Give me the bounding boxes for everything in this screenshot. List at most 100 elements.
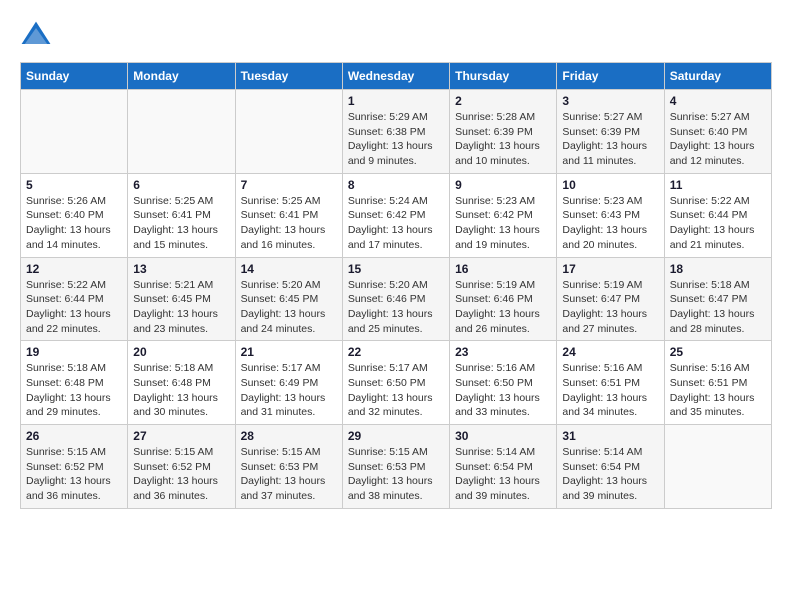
weekday-header-cell: Sunday	[21, 63, 128, 90]
calendar-day-cell: 31Sunrise: 5:14 AM Sunset: 6:54 PM Dayli…	[557, 425, 664, 509]
calendar-day-cell: 13 Sunrise: 5:21 AM Sunset: 6:45 PM Dayli…	[128, 257, 235, 341]
day-detail: Sunrise: 5:19 AM Sunset: 6:47 PM Dayligh…	[562, 278, 658, 337]
day-number: 16	[455, 262, 551, 276]
calendar-day-cell	[664, 425, 771, 509]
weekday-header-cell: Wednesday	[342, 63, 449, 90]
day-detail: Sunrise: 5:23 AM Sunset: 6:43 PM Dayligh…	[562, 194, 658, 253]
day-number: 18	[670, 262, 766, 276]
calendar-day-cell: 29 Sunrise: 5:15 AM Sunset: 6:53 PM Dayli…	[342, 425, 449, 509]
calendar-day-cell: 5 Sunrise: 5:26 AM Sunset: 6:40 PM Daylig…	[21, 173, 128, 257]
day-number: 10	[562, 178, 658, 192]
day-detail: Sunrise: 5:21 AM Sunset: 6:45 PM Dayligh…	[133, 278, 229, 337]
day-number: 8	[348, 178, 444, 192]
day-number: 29	[348, 429, 444, 443]
calendar-day-cell: 18 Sunrise: 5:18 AM Sunset: 6:47 PM Dayli…	[664, 257, 771, 341]
day-detail: Sunrise: 5:15 AM Sunset: 6:53 PM Dayligh…	[348, 445, 444, 504]
calendar-day-cell	[21, 90, 128, 174]
day-number: 7	[241, 178, 337, 192]
day-detail: Sunrise: 5:26 AM Sunset: 6:40 PM Dayligh…	[26, 194, 122, 253]
day-number: 17	[562, 262, 658, 276]
weekday-header-cell: Tuesday	[235, 63, 342, 90]
day-detail: Sunrise: 5:18 AM Sunset: 6:47 PM Dayligh…	[670, 278, 766, 337]
day-detail: Sunrise: 5:18 AM Sunset: 6:48 PM Dayligh…	[133, 361, 229, 420]
day-number: 15	[348, 262, 444, 276]
calendar-day-cell: 4 Sunrise: 5:27 AM Sunset: 6:40 PM Daylig…	[664, 90, 771, 174]
calendar-day-cell: 27Sunrise: 5:15 AM Sunset: 6:52 PM Dayli…	[128, 425, 235, 509]
day-number: 28	[241, 429, 337, 443]
weekday-header-cell: Thursday	[450, 63, 557, 90]
day-detail: Sunrise: 5:20 AM Sunset: 6:46 PM Dayligh…	[348, 278, 444, 337]
calendar-day-cell: 7 Sunrise: 5:25 AM Sunset: 6:41 PM Daylig…	[235, 173, 342, 257]
day-detail: Sunrise: 5:25 AM Sunset: 6:41 PM Dayligh…	[133, 194, 229, 253]
day-detail: Sunrise: 5:16 AM Sunset: 6:51 PM Dayligh…	[670, 361, 766, 420]
weekday-header-row: SundayMondayTuesdayWednesdayThursdayFrid…	[21, 63, 772, 90]
calendar-week-row: 26 Sunrise: 5:15 AM Sunset: 6:52 PM Dayli…	[21, 425, 772, 509]
day-number: 9	[455, 178, 551, 192]
calendar-day-cell: 11Sunrise: 5:22 AM Sunset: 6:44 PM Dayli…	[664, 173, 771, 257]
day-number: 2	[455, 94, 551, 108]
day-detail: Sunrise: 5:25 AM Sunset: 6:41 PM Dayligh…	[241, 194, 337, 253]
day-detail: Sunrise: 5:23 AM Sunset: 6:42 PM Dayligh…	[455, 194, 551, 253]
calendar-day-cell: 22 Sunrise: 5:17 AM Sunset: 6:50 PM Dayli…	[342, 341, 449, 425]
calendar-day-cell: 20Sunrise: 5:18 AM Sunset: 6:48 PM Dayli…	[128, 341, 235, 425]
calendar-day-cell: 23 Sunrise: 5:16 AM Sunset: 6:50 PM Dayli…	[450, 341, 557, 425]
day-number: 21	[241, 345, 337, 359]
day-detail: Sunrise: 5:28 AM Sunset: 6:39 PM Dayligh…	[455, 110, 551, 169]
day-number: 22	[348, 345, 444, 359]
calendar-day-cell: 17 Sunrise: 5:19 AM Sunset: 6:47 PM Dayli…	[557, 257, 664, 341]
calendar-day-cell: 26 Sunrise: 5:15 AM Sunset: 6:52 PM Dayli…	[21, 425, 128, 509]
day-number: 13	[133, 262, 229, 276]
calendar-day-cell: 16 Sunrise: 5:19 AM Sunset: 6:46 PM Dayli…	[450, 257, 557, 341]
day-number: 23	[455, 345, 551, 359]
day-number: 26	[26, 429, 122, 443]
day-number: 1	[348, 94, 444, 108]
day-detail: Sunrise: 5:15 AM Sunset: 6:53 PM Dayligh…	[241, 445, 337, 504]
day-detail: Sunrise: 5:27 AM Sunset: 6:40 PM Dayligh…	[670, 110, 766, 169]
calendar-day-cell: 14 Sunrise: 5:20 AM Sunset: 6:45 PM Dayli…	[235, 257, 342, 341]
day-detail: Sunrise: 5:29 AM Sunset: 6:38 PM Dayligh…	[348, 110, 444, 169]
weekday-header-cell: Saturday	[664, 63, 771, 90]
day-number: 24	[562, 345, 658, 359]
calendar-day-cell: 28 Sunrise: 5:15 AM Sunset: 6:53 PM Dayli…	[235, 425, 342, 509]
calendar-body: 1 Sunrise: 5:29 AM Sunset: 6:38 PM Daylig…	[21, 90, 772, 509]
calendar-day-cell: 21 Sunrise: 5:17 AM Sunset: 6:49 PM Dayli…	[235, 341, 342, 425]
day-number: 6	[133, 178, 229, 192]
calendar-day-cell: 15 Sunrise: 5:20 AM Sunset: 6:46 PM Dayli…	[342, 257, 449, 341]
day-detail: Sunrise: 5:17 AM Sunset: 6:50 PM Dayligh…	[348, 361, 444, 420]
calendar-day-cell: 10 Sunrise: 5:23 AM Sunset: 6:43 PM Dayli…	[557, 173, 664, 257]
calendar-day-cell	[235, 90, 342, 174]
day-detail: Sunrise: 5:14 AM Sunset: 6:54 PM Dayligh…	[455, 445, 551, 504]
calendar-day-cell: 1 Sunrise: 5:29 AM Sunset: 6:38 PM Daylig…	[342, 90, 449, 174]
day-number: 5	[26, 178, 122, 192]
day-detail: Sunrise: 5:19 AM Sunset: 6:46 PM Dayligh…	[455, 278, 551, 337]
day-detail: Sunrise: 5:18 AM Sunset: 6:48 PM Dayligh…	[26, 361, 122, 420]
day-detail: Sunrise: 5:14 AM Sunset: 6:54 PM Dayligh…	[562, 445, 658, 504]
day-detail: Sunrise: 5:15 AM Sunset: 6:52 PM Dayligh…	[26, 445, 122, 504]
day-detail: Sunrise: 5:24 AM Sunset: 6:42 PM Dayligh…	[348, 194, 444, 253]
calendar-day-cell: 2 Sunrise: 5:28 AM Sunset: 6:39 PM Daylig…	[450, 90, 557, 174]
calendar-week-row: 12Sunrise: 5:22 AM Sunset: 6:44 PM Dayli…	[21, 257, 772, 341]
day-number: 14	[241, 262, 337, 276]
calendar-day-cell: 19Sunrise: 5:18 AM Sunset: 6:48 PM Dayli…	[21, 341, 128, 425]
day-detail: Sunrise: 5:17 AM Sunset: 6:49 PM Dayligh…	[241, 361, 337, 420]
day-number: 11	[670, 178, 766, 192]
day-number: 4	[670, 94, 766, 108]
logo	[20, 20, 58, 52]
logo-icon	[20, 20, 52, 52]
day-detail: Sunrise: 5:16 AM Sunset: 6:50 PM Dayligh…	[455, 361, 551, 420]
day-detail: Sunrise: 5:16 AM Sunset: 6:51 PM Dayligh…	[562, 361, 658, 420]
weekday-header-cell: Monday	[128, 63, 235, 90]
calendar-week-row: 5 Sunrise: 5:26 AM Sunset: 6:40 PM Daylig…	[21, 173, 772, 257]
weekday-header-cell: Friday	[557, 63, 664, 90]
day-detail: Sunrise: 5:20 AM Sunset: 6:45 PM Dayligh…	[241, 278, 337, 337]
calendar-week-row: 19Sunrise: 5:18 AM Sunset: 6:48 PM Dayli…	[21, 341, 772, 425]
calendar-week-row: 1 Sunrise: 5:29 AM Sunset: 6:38 PM Daylig…	[21, 90, 772, 174]
calendar-day-cell: 24 Sunrise: 5:16 AM Sunset: 6:51 PM Dayli…	[557, 341, 664, 425]
calendar-table: SundayMondayTuesdayWednesdayThursdayFrid…	[20, 62, 772, 509]
calendar-day-cell: 3Sunrise: 5:27 AM Sunset: 6:39 PM Daylig…	[557, 90, 664, 174]
calendar-day-cell: 6 Sunrise: 5:25 AM Sunset: 6:41 PM Daylig…	[128, 173, 235, 257]
calendar-day-cell	[128, 90, 235, 174]
calendar-day-cell: 9 Sunrise: 5:23 AM Sunset: 6:42 PM Daylig…	[450, 173, 557, 257]
calendar-day-cell: 25Sunrise: 5:16 AM Sunset: 6:51 PM Dayli…	[664, 341, 771, 425]
calendar-day-cell: 8 Sunrise: 5:24 AM Sunset: 6:42 PM Daylig…	[342, 173, 449, 257]
